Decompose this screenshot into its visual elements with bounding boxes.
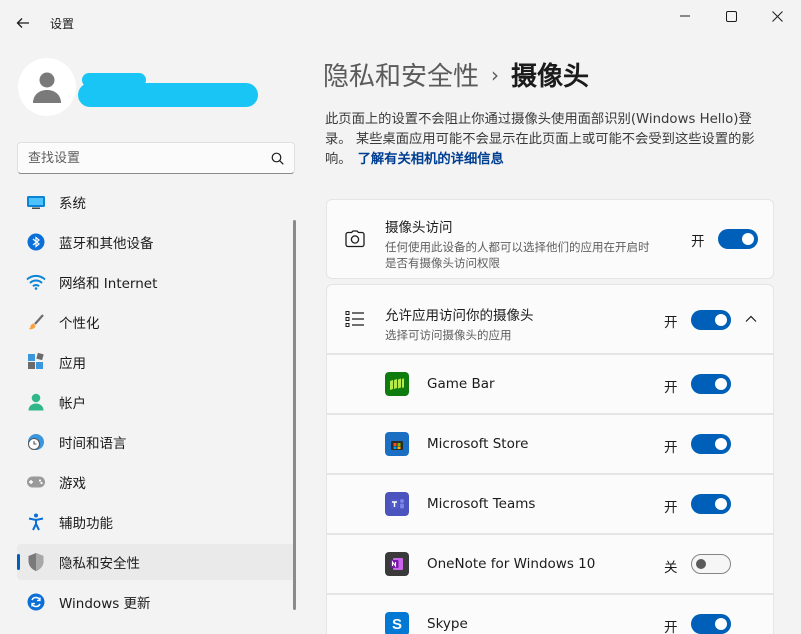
back-arrow-icon [16, 18, 29, 28]
sidebar-item-personalization[interactable]: 个性化 [17, 304, 295, 340]
sidebar-item-windows-update[interactable]: Windows 更新 [17, 584, 295, 620]
sidebar-item-label: 隐私和安全性 [59, 556, 140, 572]
camera-access-subtitle-2: 是否有摄像头访问权限 [385, 256, 500, 270]
onenote-icon [385, 552, 409, 576]
store-icon [385, 432, 409, 456]
app-state: 开 [664, 500, 678, 516]
search-box[interactable] [17, 142, 295, 174]
sidebar-item-privacy-security[interactable]: 隐私和安全性 [17, 544, 295, 580]
sidebar-item-accounts[interactable]: 帐户 [17, 384, 295, 420]
apps-icon [25, 351, 47, 373]
app-name: Game Bar [427, 376, 495, 392]
bluetooth-icon [25, 231, 47, 253]
sidebar-item-accessibility[interactable]: 辅助功能 [17, 504, 295, 540]
app-access-subtitle: 选择可访问摄像头的应用 [385, 328, 512, 342]
app-row-microsoft-teams: Microsoft Teams 开 [326, 474, 774, 534]
chevron-up-icon[interactable] [745, 315, 757, 323]
sidebar-nav: 系统 蓝牙和其他设备 网络和 Internet 个性化 应用 帐户 时间和语言 … [17, 184, 295, 624]
onenote-toggle[interactable] [691, 554, 731, 574]
person-avatar-icon [33, 72, 61, 103]
app-access-card: 允许应用访问你的摄像头 选择可访问摄像头的应用 开 [326, 284, 774, 354]
sidebar-item-label: 时间和语言 [59, 436, 127, 452]
breadcrumb-parent[interactable]: 隐私和安全性 [323, 62, 479, 92]
maximize-button[interactable] [708, 0, 754, 32]
brush-icon [25, 311, 47, 333]
redacted-user-email-mark [78, 83, 258, 107]
camera-access-subtitle-1: 任何使用此设备的人都可以选择他们的应用在开启时 [385, 240, 650, 254]
skype-icon: S [385, 612, 409, 634]
gamepad-icon [25, 471, 47, 493]
page-description: 此页面上的设置不会阻止你通过摄像头使用面部识别(Windows Hello)登录… [325, 110, 775, 170]
camera-access-card: 摄像头访问 任何使用此设备的人都可以选择他们的应用在开启时 是否有摄像头访问权限… [326, 199, 774, 279]
sidebar-item-label: 个性化 [59, 316, 100, 332]
teams-icon [385, 492, 409, 516]
sidebar-item-system[interactable]: 系统 [17, 184, 295, 220]
avatar[interactable] [18, 58, 76, 116]
app-name: Skype [427, 616, 468, 632]
app-row-skype: S Skype 开 [326, 594, 774, 634]
skype-toggle[interactable] [691, 614, 731, 634]
breadcrumb-separator: › [491, 63, 500, 87]
sidebar-item-gaming[interactable]: 游戏 [17, 464, 295, 500]
sidebar-item-bluetooth[interactable]: 蓝牙和其他设备 [17, 224, 295, 260]
back-button[interactable] [8, 8, 38, 38]
camera-access-state: 开 [691, 234, 705, 250]
sidebar-item-label: 应用 [59, 356, 86, 372]
sidebar-item-time-language[interactable]: 时间和语言 [17, 424, 295, 460]
sidebar-item-label: 帐户 [59, 396, 86, 412]
minimize-button[interactable] [662, 0, 708, 32]
close-button[interactable] [754, 0, 800, 32]
app-state: 开 [664, 380, 678, 396]
sidebar-item-label: 网络和 Internet [59, 276, 158, 292]
update-icon [25, 591, 47, 613]
app-row-onenote: OneNote for Windows 10 关 [326, 534, 774, 594]
sidebar-item-label: Windows 更新 [59, 596, 151, 612]
app-name: Microsoft Store [427, 436, 529, 452]
sidebar-item-label: 蓝牙和其他设备 [59, 236, 154, 252]
app-row-microsoft-store: Microsoft Store 开 [326, 414, 774, 474]
sidebar-item-label: 辅助功能 [59, 516, 113, 532]
microsoft-teams-toggle[interactable] [691, 494, 731, 514]
page-title: 摄像头 [511, 62, 590, 92]
camera-access-title: 摄像头访问 [385, 220, 453, 236]
shield-icon [25, 551, 47, 573]
title-bar: 设置 [0, 0, 801, 46]
app-access-toggle[interactable] [691, 310, 731, 330]
game-bar-toggle[interactable] [691, 374, 731, 394]
app-state: 开 [664, 620, 678, 634]
accessibility-icon [25, 511, 47, 533]
list-icon [345, 311, 364, 327]
microsoft-store-toggle[interactable] [691, 434, 731, 454]
camera-access-text: 摄像头访问 任何使用此设备的人都可以选择他们的应用在开启时 是否有摄像头访问权限 [385, 216, 650, 271]
app-access-state: 开 [664, 315, 678, 331]
game-bar-icon [385, 372, 409, 396]
minimize-icon [680, 15, 690, 17]
learn-more-link[interactable]: 了解有关相机的详细信息 [358, 152, 504, 167]
wifi-icon [25, 271, 47, 293]
breadcrumb: 隐私和安全性 › 摄像头 [323, 56, 589, 93]
sidebar-item-network[interactable]: 网络和 Internet [17, 264, 295, 300]
app-access-title: 允许应用访问你的摄像头 [385, 308, 534, 324]
sidebar-scrollbar[interactable] [293, 220, 296, 610]
search-input[interactable] [28, 150, 271, 166]
maximize-icon [725, 10, 737, 22]
close-icon [771, 10, 783, 22]
app-title: 设置 [50, 17, 75, 31]
search-icon[interactable] [271, 152, 284, 165]
app-name: OneNote for Windows 10 [427, 556, 596, 572]
clock-globe-icon [25, 431, 47, 453]
app-state: 关 [664, 560, 678, 576]
app-name: Microsoft Teams [427, 496, 536, 512]
camera-access-toggle[interactable] [718, 229, 758, 249]
sidebar-item-apps[interactable]: 应用 [17, 344, 295, 380]
sidebar-item-label: 游戏 [59, 476, 86, 492]
sidebar-item-label: 系统 [59, 196, 86, 212]
person-icon [25, 391, 47, 413]
app-state: 开 [664, 440, 678, 456]
app-access-text: 允许应用访问你的摄像头 选择可访问摄像头的应用 [385, 304, 534, 343]
camera-icon [345, 230, 365, 248]
app-row-game-bar: Game Bar 开 [326, 354, 774, 414]
monitor-icon [25, 191, 47, 213]
